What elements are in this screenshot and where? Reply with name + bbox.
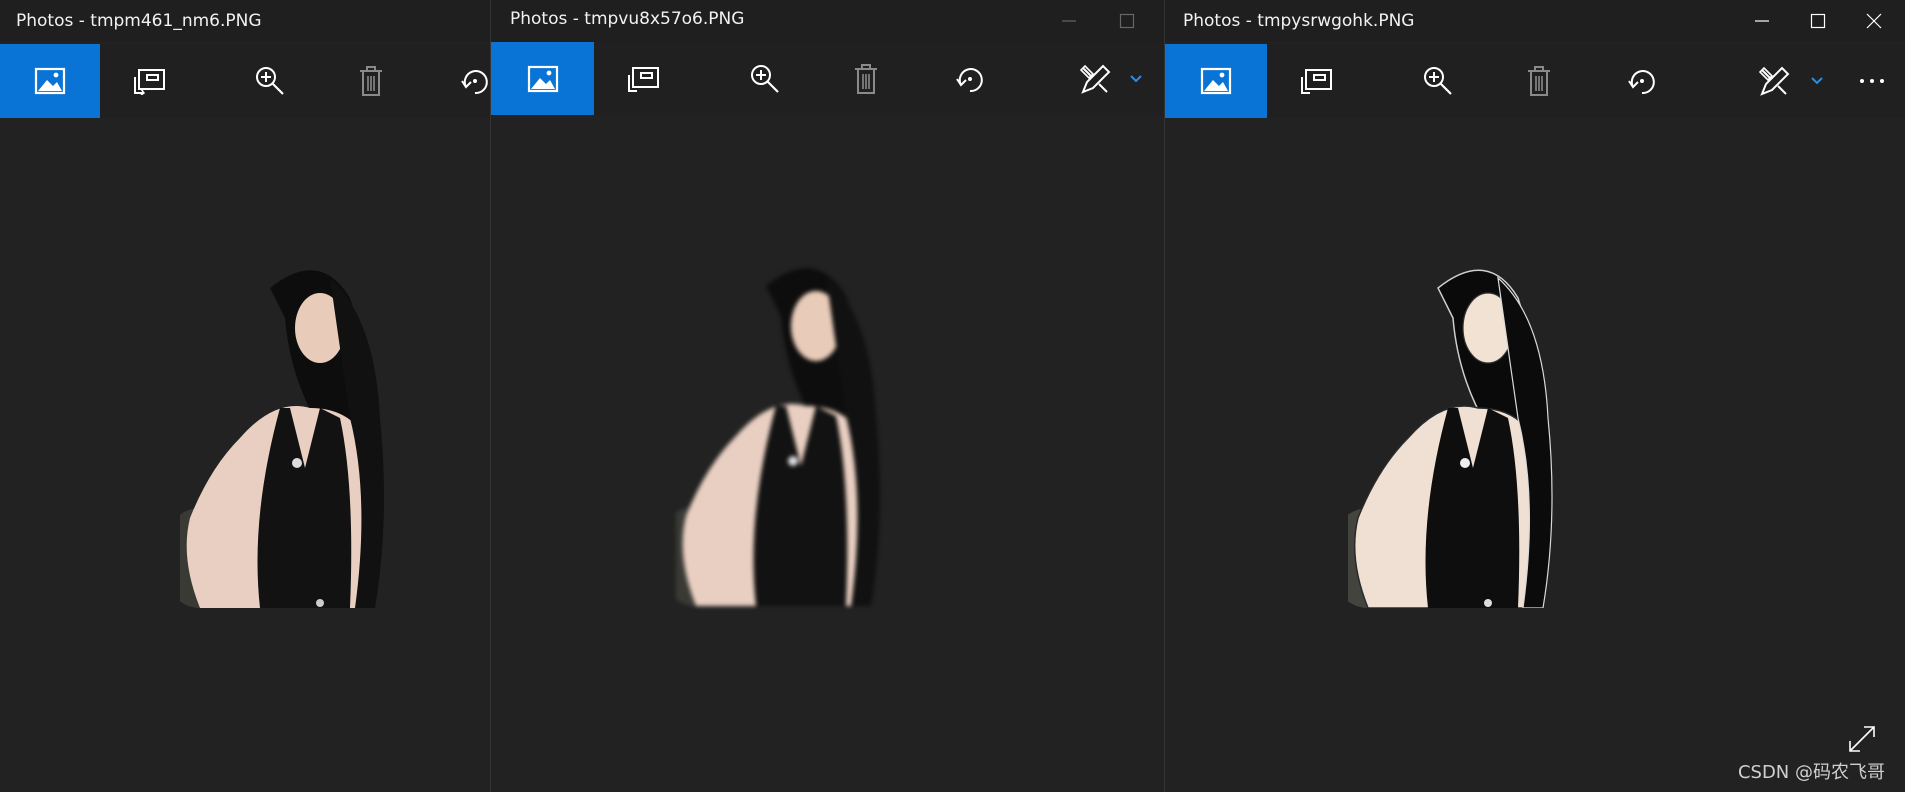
toolbar <box>0 44 490 118</box>
delete-button[interactable] <box>326 44 416 118</box>
add-to-album-button[interactable] <box>599 42 689 115</box>
edit-icon <box>1079 64 1111 94</box>
title-bar[interactable]: Photos - tmpysrwgohk.PNG <box>1165 0 1905 42</box>
zoom-icon <box>1424 67 1452 95</box>
zoom-button[interactable] <box>720 42 810 115</box>
see-all-photos-button[interactable] <box>491 42 594 115</box>
title-bar[interactable]: Photos - tmpm461_nm6.PNG <box>0 0 490 42</box>
delete-button[interactable] <box>1494 44 1584 118</box>
see-all-photos-button[interactable] <box>0 44 100 118</box>
zoom-button[interactable] <box>1393 44 1483 118</box>
rotate-button[interactable] <box>1597 44 1687 118</box>
window-title: Photos - tmpm461_nm6.PNG <box>16 11 262 31</box>
add-to-album-icon <box>628 66 659 92</box>
add-to-album-icon <box>1301 69 1332 94</box>
minimize-icon <box>1755 20 1769 22</box>
more-options-icon <box>1860 79 1884 83</box>
photo-image <box>676 268 880 606</box>
maximize-button[interactable] <box>1790 0 1846 42</box>
rotate-icon <box>956 67 983 92</box>
add-to-album-button[interactable] <box>1272 44 1362 118</box>
minimize-button[interactable] <box>1041 0 1097 42</box>
delete-icon <box>360 66 382 96</box>
see-all-photos-icon <box>527 65 558 92</box>
see-all-photos-icon <box>34 67 66 95</box>
delete-button[interactable] <box>821 42 911 115</box>
zoom-icon <box>256 67 284 95</box>
watermark: CSDN @码农飞哥 <box>1737 762 1885 783</box>
rotate-icon <box>461 70 488 95</box>
close-button[interactable] <box>1846 0 1902 42</box>
maximize-icon <box>1810 13 1826 29</box>
image-viewer[interactable] <box>0 118 490 792</box>
edit-icon <box>1758 66 1790 96</box>
chevron-down-icon <box>1811 77 1823 85</box>
more-options-button[interactable] <box>1847 44 1897 118</box>
photos-window-3: Photos - tmpysrwgohk.PNG CSDN @码农飞哥 <box>1165 0 1905 792</box>
photo-image <box>180 270 384 608</box>
minimize-icon <box>1062 20 1076 22</box>
maximize-icon <box>1119 13 1135 29</box>
title-bar[interactable]: Photos - tmpvu8x57o6.PNG <box>491 0 1164 42</box>
edit-dropdown-button[interactable] <box>1797 44 1837 118</box>
toolbar <box>1165 44 1905 118</box>
image-viewer[interactable] <box>1165 118 1905 792</box>
full-screen-button[interactable] <box>1847 724 1877 758</box>
delete-icon <box>855 63 877 94</box>
photos-window-2: Photos - tmpvu8x57o6.PNG <box>491 0 1164 792</box>
rotate-icon <box>1628 70 1655 95</box>
zoom-button[interactable] <box>225 44 315 118</box>
zoom-icon <box>751 64 779 93</box>
window-title: Photos - tmpvu8x57o6.PNG <box>510 9 745 29</box>
edit-dropdown-button[interactable] <box>1116 42 1156 115</box>
rotate-button[interactable] <box>925 42 1015 115</box>
expand-icon <box>1849 726 1875 752</box>
photo-image <box>1348 269 1553 608</box>
add-to-album-button[interactable] <box>105 44 195 118</box>
toolbar <box>491 42 1164 115</box>
rotate-button[interactable] <box>430 44 490 118</box>
see-all-photos-button[interactable] <box>1165 44 1267 118</box>
add-to-album-icon <box>134 69 165 95</box>
chevron-down-icon <box>1130 74 1142 82</box>
window-title: Photos - tmpysrwgohk.PNG <box>1183 11 1415 31</box>
image-viewer[interactable] <box>491 118 1164 792</box>
delete-icon <box>1528 66 1550 96</box>
close-icon <box>1866 13 1882 29</box>
photos-window-1: Photos - tmpm461_nm6.PNG <box>0 0 490 792</box>
minimize-button[interactable] <box>1734 0 1790 42</box>
see-all-photos-icon <box>1200 67 1232 95</box>
maximize-button[interactable] <box>1099 0 1155 42</box>
